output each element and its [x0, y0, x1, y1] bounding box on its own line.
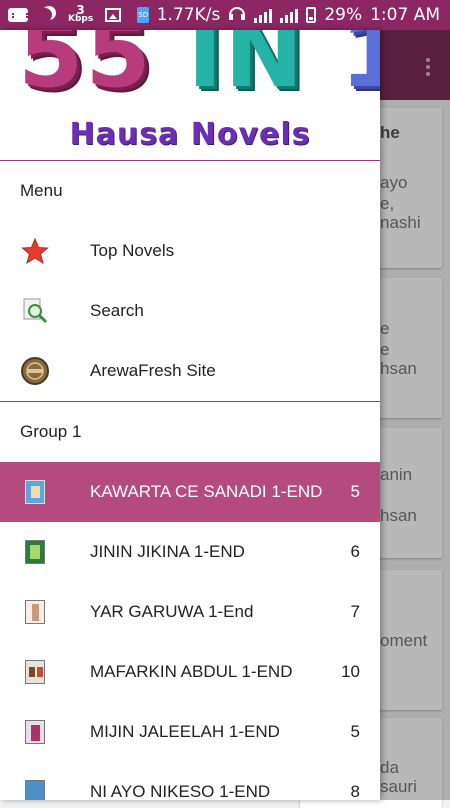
- menu-section-header: Menu: [20, 181, 63, 200]
- novel-item-yar-garuwa[interactable]: YAR GARUWA 1-End 7: [0, 582, 380, 642]
- group-section-header: Group 1: [20, 422, 82, 441]
- novel-thumbnail-icon: [20, 537, 50, 567]
- novel-title: NI AYO NIKESO 1-END: [90, 782, 271, 800]
- sd-card-label: SD: [137, 7, 150, 23]
- network-speed: 1.77K/s: [156, 5, 221, 25]
- novel-title: MAFARKIN ABDUL 1-END: [90, 662, 293, 681]
- moon-icon: [38, 7, 58, 23]
- novel-item-jinin-jikina[interactable]: JININ JIKINA 1-END 6: [0, 522, 380, 582]
- menu-item-top-novels[interactable]: Top Novels: [0, 221, 380, 281]
- app-logo-subtitle: Hausa Novels: [69, 117, 311, 152]
- novel-count: 7: [350, 602, 360, 621]
- logo-title-part-1: 55: [18, 30, 153, 109]
- novel-item-ni-ayo-nikeso[interactable]: NI AYO NIKESO 1-END 8: [0, 762, 380, 800]
- drawer-header: 55 IN 1 Hausa Novels: [0, 30, 380, 161]
- novel-thumbnail-icon: [20, 597, 50, 627]
- novel-title: KAWARTA CE SANADI 1-END: [90, 482, 323, 501]
- novel-count: 6: [350, 542, 360, 561]
- novel-count: 10: [341, 662, 360, 681]
- novel-title: MIJIN JALEELAH 1-END: [90, 722, 280, 741]
- novel-item-mijin-jaleelah[interactable]: MIJIN JALEELAH 1-END 5: [0, 702, 380, 762]
- novel-count: 5: [350, 482, 360, 501]
- app-logo-title: 55 IN 1: [18, 30, 380, 102]
- signal-icon-2: [280, 7, 299, 23]
- novel-title: JININ JIKINA 1-END: [90, 542, 245, 561]
- headphones-icon: [228, 4, 246, 27]
- sd-card-icon: SD: [133, 7, 153, 23]
- logo-title-part-2: IN: [187, 30, 306, 109]
- novel-count: 5: [350, 722, 360, 741]
- novel-thumbnail-icon: [20, 717, 50, 747]
- site-logo-icon: [20, 356, 50, 386]
- novel-title: YAR GARUWA 1-End: [90, 602, 254, 621]
- star-icon: [20, 236, 50, 266]
- logo-title-part-3: 1: [340, 30, 380, 109]
- status-bar: 3 Kbps SD 1.77K/s 29% 1:07 AM: [0, 0, 450, 30]
- chat-notification-icon: [8, 7, 28, 23]
- clock: 1:07 AM: [370, 5, 440, 25]
- novel-item-mafarkin-abdul[interactable]: MAFARKIN ABDUL 1-END 10: [0, 642, 380, 702]
- battery-percent: 29%: [324, 5, 363, 25]
- signal-icon-1: [254, 7, 273, 23]
- data-rate-unit: Kbps: [68, 14, 94, 24]
- search-icon: [20, 296, 50, 326]
- battery-icon: [306, 7, 317, 23]
- menu-item-label: Search: [90, 301, 144, 320]
- novel-count: 8: [350, 782, 360, 800]
- novel-thumbnail-icon: [20, 777, 50, 800]
- image-icon: [103, 7, 123, 23]
- novel-thumbnail-icon: [20, 657, 50, 687]
- data-rate-indicator: 3 Kbps: [68, 4, 94, 24]
- novel-thumbnail-icon: [20, 477, 50, 507]
- menu-item-label: Top Novels: [90, 241, 175, 260]
- menu-item-arewafresh-site[interactable]: ArewaFresh Site: [0, 341, 380, 401]
- novel-item-kawarta-ce-sanadi[interactable]: KAWARTA CE SANADI 1-END 5: [0, 462, 380, 522]
- navigation-drawer: 55 IN 1 Hausa Novels Menu Top Novels Sea…: [0, 30, 380, 800]
- menu-item-search[interactable]: Search: [0, 281, 380, 341]
- menu-item-label: ArewaFresh Site: [90, 361, 216, 380]
